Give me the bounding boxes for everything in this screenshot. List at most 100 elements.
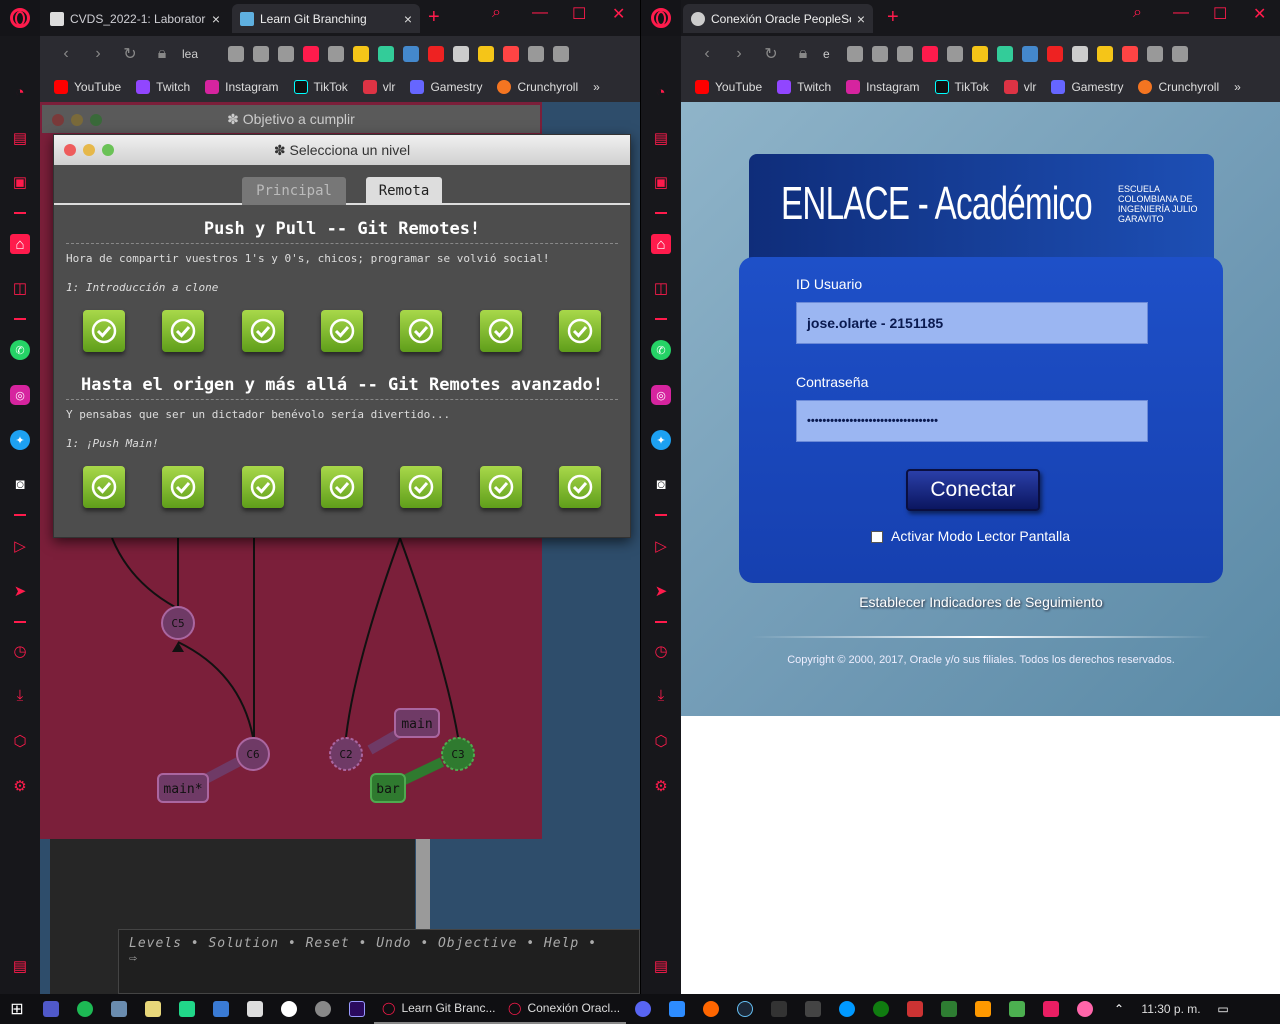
maximize-dot-icon[interactable] (102, 144, 114, 156)
levels-link[interactable]: Levels (129, 936, 182, 951)
level-complete-button[interactable] (162, 310, 205, 352)
twitter-icon[interactable]: ✦ (10, 430, 30, 450)
cube-icon[interactable] (528, 46, 544, 62)
branch-main-star[interactable]: main* (157, 773, 209, 803)
bookmark-instagram[interactable]: Instagram (205, 80, 279, 94)
menu-icon[interactable] (1172, 46, 1188, 62)
player-icon[interactable]: ▷ (10, 536, 30, 556)
bookmark-tiktok[interactable]: TikTok (934, 80, 989, 94)
download-icon[interactable]: ⤓ (10, 685, 30, 705)
history-icon[interactable]: ◷ (10, 641, 30, 661)
taskbar-osu[interactable] (1068, 994, 1102, 1024)
taskbar-app[interactable] (898, 994, 932, 1024)
discord-icon[interactable]: ◙ (10, 474, 30, 494)
reload-icon[interactable]: ↻ (114, 44, 146, 64)
share-icon[interactable] (847, 46, 863, 62)
whatsapp-icon[interactable]: ✆ (651, 340, 671, 360)
bookmark-twitch[interactable]: Twitch (136, 80, 190, 94)
tp-icon[interactable] (503, 46, 519, 62)
back-icon[interactable]: ‹ (50, 45, 82, 63)
player-icon[interactable]: ▷ (651, 536, 671, 556)
level-complete-button[interactable] (162, 466, 205, 508)
ext-icon[interactable] (1072, 46, 1088, 62)
node-c5[interactable]: C5 (161, 606, 195, 640)
taskbar-app[interactable] (694, 994, 728, 1024)
close-tab-icon[interactable]: × (857, 11, 865, 27)
sidebar-toggle-icon[interactable]: ▤ (10, 956, 30, 976)
reset-link[interactable]: Reset (306, 936, 350, 951)
bookmark-vlr[interactable]: vlr (1003, 80, 1036, 94)
bookmark-gamestry[interactable]: Gamestry (1051, 80, 1123, 94)
taskbar-app[interactable] (966, 994, 1000, 1024)
user-id-input[interactable]: jose.olarte - 2151185 (796, 302, 1148, 344)
level-complete-button[interactable] (479, 310, 522, 352)
close-window-icon[interactable]: ✕ (1253, 4, 1266, 24)
command-prompt-icon[interactable]: ⇨ (129, 951, 629, 966)
taskbar-app[interactable] (932, 994, 966, 1024)
ext-icon[interactable] (403, 46, 419, 62)
new-tab-button[interactable]: + (887, 6, 899, 28)
camera-icon[interactable] (253, 46, 269, 62)
level-complete-button[interactable] (83, 466, 125, 508)
sidebar-toggle-icon[interactable]: ▤ (651, 956, 671, 976)
taskbar-steam[interactable] (728, 994, 762, 1024)
taskbar-app[interactable] (102, 994, 136, 1024)
level-complete-button[interactable] (320, 310, 363, 352)
send-icon[interactable] (303, 46, 319, 62)
w-extension-icon[interactable] (353, 46, 369, 62)
connect-button[interactable]: Conectar (906, 469, 1040, 511)
speed-dial-icon[interactable]: ◔ (651, 82, 671, 102)
cube-icon[interactable]: ⬡ (10, 731, 30, 751)
bookmarks-more-button[interactable]: » (593, 80, 600, 94)
taskbar-notepad[interactable] (136, 994, 170, 1024)
taskbar-opera-oracle[interactable]: ◯ Conexión Oracl... (500, 994, 626, 1024)
menu-icon[interactable] (553, 46, 569, 62)
grammarly-icon[interactable] (997, 46, 1013, 62)
speed-dial-icon[interactable]: ◔ (10, 82, 30, 102)
taskbar-opera-git[interactable]: ◯ Learn Git Branc... (374, 994, 500, 1024)
search-tabs-icon[interactable]: ⌕ (492, 4, 501, 22)
bookmarks-more-button[interactable]: » (1234, 80, 1241, 94)
taskbar-app[interactable] (796, 994, 830, 1024)
w-extension-icon[interactable] (1097, 46, 1113, 62)
level-complete-button[interactable] (400, 466, 443, 508)
taskbar-app[interactable] (660, 994, 694, 1024)
taskbar-premiere[interactable] (340, 994, 374, 1024)
tray-expand-icon[interactable]: ⌃ (1102, 994, 1136, 1024)
camera-icon[interactable] (872, 46, 888, 62)
help-link[interactable]: Help (544, 936, 579, 951)
branch-bar[interactable]: bar (370, 773, 406, 803)
node-c6[interactable]: C6 (236, 737, 270, 771)
instagram-icon[interactable]: ◎ (651, 385, 671, 405)
tab-remota[interactable]: Remota (366, 177, 442, 205)
history-icon[interactable]: ◷ (651, 641, 671, 661)
level-complete-button[interactable] (400, 310, 443, 352)
taskbar-xbox[interactable] (864, 994, 898, 1024)
bookmark-vlr[interactable]: vlr (362, 80, 395, 94)
minimize-icon[interactable]: — (1173, 4, 1189, 22)
send-icon[interactable]: ➤ (651, 581, 671, 601)
shop-icon[interactable]: ▤ (651, 128, 671, 148)
taskbar-teams[interactable] (34, 994, 68, 1024)
level-complete-button[interactable] (558, 310, 601, 352)
taskbar-spotify[interactable] (68, 994, 102, 1024)
heart-icon[interactable] (328, 46, 344, 62)
bookmark-instagram[interactable]: Instagram (846, 80, 920, 94)
level-complete-button[interactable] (479, 466, 522, 508)
forward-icon[interactable]: › (82, 45, 114, 63)
dialog-titlebar[interactable]: ✽ Selecciona un nivel (54, 135, 630, 165)
new-tab-button[interactable]: + (428, 6, 440, 28)
home-icon[interactable]: ⌂ (10, 234, 30, 254)
twitch-icon[interactable]: ▣ (651, 172, 671, 192)
cube-icon[interactable]: ⬡ (651, 731, 671, 751)
tracking-link[interactable]: Establecer Indicadores de Seguimiento (681, 594, 1280, 610)
whatsapp-icon[interactable]: ✆ (10, 340, 30, 360)
taskbar-app[interactable] (238, 994, 272, 1024)
home-icon[interactable]: ⌂ (651, 234, 671, 254)
close-tab-icon[interactable]: × (212, 11, 220, 27)
taskbar-app[interactable] (1000, 994, 1034, 1024)
bookmark-twitch[interactable]: Twitch (777, 80, 831, 94)
w-extension-icon[interactable] (478, 46, 494, 62)
screen-reader-checkbox[interactable] (871, 531, 883, 543)
minimize-dot-icon[interactable] (83, 144, 95, 156)
